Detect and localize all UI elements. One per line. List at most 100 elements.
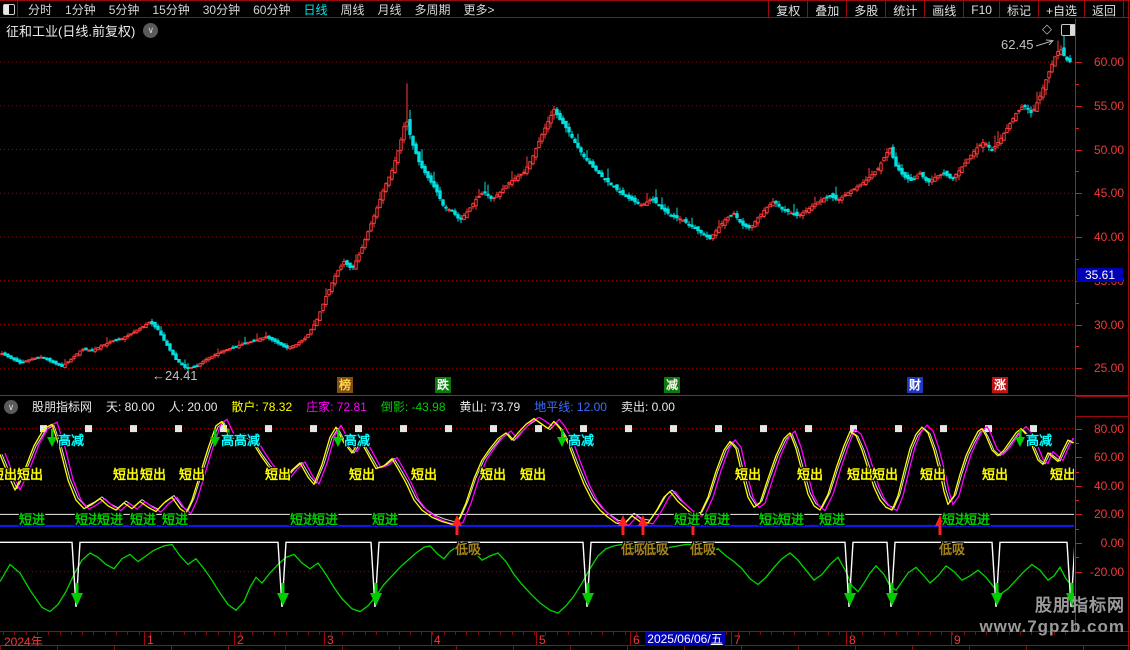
- high-reduce-label: 高减: [344, 430, 370, 449]
- top-toolbar: 分时 1分钟 5分钟 15分钟 30分钟 60分钟日线周线月线多周期更多> 复权叠加多股统…: [0, 0, 1130, 18]
- low-absorb-label: 低吸: [690, 539, 716, 558]
- period-tab-1分钟[interactable]: 1分钟: [65, 1, 96, 18]
- short-exit-label: 短出: [735, 464, 761, 483]
- period-tab-15分钟[interactable]: 15分钟: [152, 1, 189, 18]
- short-exit-label: 短出: [520, 464, 546, 483]
- low-absorb-label: 低吸: [643, 539, 669, 558]
- month-label: 8: [849, 633, 856, 647]
- short-enter-label: 短进: [674, 509, 700, 528]
- indicator-value: 倒影: -43.98: [381, 398, 446, 415]
- low-absorb-label: 低吸: [455, 539, 481, 558]
- period-tab-30分钟[interactable]: 30分钟: [203, 1, 240, 18]
- short-exit-label: 短出: [17, 464, 43, 483]
- watermark-line1: 股朋指标网: [979, 595, 1125, 616]
- month-label: 7: [734, 633, 741, 647]
- sky-line-marker: [445, 425, 452, 432]
- candle-chart[interactable]: 62.45 ←24.41 榜跌减财涨: [0, 19, 1074, 395]
- watermark-badge-跌: 跌: [435, 377, 451, 393]
- toolbar-button-叠加[interactable]: 叠加: [807, 1, 846, 18]
- short-exit-label: 短出: [265, 464, 291, 483]
- sky-line-marker: [805, 425, 812, 432]
- annotation-arrow: [1036, 41, 1052, 46]
- period-tab-5分钟[interactable]: 5分钟: [109, 1, 140, 18]
- sky-line-marker: [760, 425, 767, 432]
- indicator-value: 黄山: 73.79: [460, 398, 521, 415]
- sell-line: [0, 542, 1074, 607]
- watermark-badge-榜: 榜: [337, 377, 353, 393]
- sky-line-marker: [400, 425, 407, 432]
- price-axis: 60.0055.0050.0045.0040.0035.0030.0025.00…: [1075, 19, 1128, 646]
- toolbar-button-标记[interactable]: 标记: [999, 1, 1038, 18]
- short-enter-label: 短进: [372, 509, 398, 528]
- window-icon[interactable]: [1061, 24, 1076, 36]
- indicator-value: 天: 80.00: [106, 398, 155, 415]
- period-tabs: 分时 1分钟 5分钟 15分钟 30分钟 60分钟日线周线月线多周期更多>: [28, 1, 495, 18]
- panel-toggle-icon[interactable]: [0, 1, 18, 18]
- month-label: 9: [954, 633, 961, 647]
- indicator-name[interactable]: 股朋指标网: [32, 398, 92, 415]
- buy-arrow-icon: [618, 515, 628, 535]
- low-annotation: ←24.41: [152, 368, 198, 383]
- month-label: 2: [237, 633, 244, 647]
- chevron-down-icon[interactable]: ∨: [4, 400, 18, 414]
- short-exit-label: 短出: [1050, 464, 1074, 483]
- high-annotation: 62.45: [1001, 37, 1034, 52]
- period-tab-多周期[interactable]: 多周期: [415, 1, 451, 18]
- diamond-icon[interactable]: ◇: [1042, 21, 1052, 37]
- watermark: 股朋指标网 www.7gpzb.com: [979, 595, 1125, 637]
- indicator-panel[interactable]: 短出短出短出短出短出短出短出短出短出短出短出短出短出短出短出短出短出短出短进短进…: [0, 417, 1074, 631]
- period-tab-更多>[interactable]: 更多>: [464, 1, 495, 18]
- watermark-badge-财: 财: [907, 377, 923, 393]
- indicator-header: ∨ 股朋指标网天: 80.00人: 20.00散户: 78.32庄家: 72.8…: [0, 396, 1078, 417]
- short-enter-label: 短进: [778, 509, 804, 528]
- indicator-value: 地平线: 12.00: [534, 398, 607, 415]
- sell-arrow-icon: [370, 583, 382, 606]
- short-exit-label: 短出: [847, 464, 873, 483]
- short-exit-label: 短出: [872, 464, 898, 483]
- short-enter-label: 短进: [162, 509, 188, 528]
- short-exit-label: 短出: [179, 464, 205, 483]
- toolbar-button-+自选[interactable]: +自选: [1038, 1, 1084, 18]
- month-label: 3: [327, 633, 334, 647]
- current-price-tag: 35.61: [1077, 268, 1123, 282]
- period-tab-日线[interactable]: 日线: [303, 1, 327, 18]
- short-exit-label: 短出: [480, 464, 506, 483]
- selected-date-tag: 2025/06/06/五: [645, 632, 725, 646]
- toolbar-button-画线[interactable]: 画线: [924, 1, 963, 18]
- candlesticks: [1, 36, 1071, 374]
- period-tab-周线[interactable]: 周线: [340, 1, 364, 18]
- short-exit-label: 短出: [797, 464, 823, 483]
- price-axis-label: 50.00: [1078, 143, 1124, 157]
- period-tab-分时[interactable]: 分时: [28, 1, 52, 18]
- short-enter-label: 短进: [819, 509, 845, 528]
- month-label: 5: [539, 633, 546, 647]
- indicator-axis-label: 40.00: [1078, 479, 1124, 493]
- period-tab-月线[interactable]: 月线: [378, 1, 402, 18]
- price-axis-label: 30.00: [1078, 318, 1124, 332]
- short-exit-label: 短出: [920, 464, 946, 483]
- indicator-axis-label: 0.00: [1078, 536, 1124, 550]
- indicator-axis-label: -20.00: [1078, 565, 1124, 579]
- price-axis-label: 40.00: [1078, 230, 1124, 244]
- sky-line-marker: [670, 425, 677, 432]
- price-axis-label: 45.00: [1078, 186, 1124, 200]
- toolbar-button-统计[interactable]: 统计: [885, 1, 924, 18]
- high-reduce-label: 高减: [234, 430, 260, 449]
- sell-arrow-icon: [71, 583, 83, 606]
- reduce-arrow-icon: [557, 429, 567, 447]
- reflection-line: [0, 544, 1073, 613]
- short-enter-label: 短进: [964, 509, 990, 528]
- sell-arrow-icon: [582, 583, 594, 606]
- sell-arrow-icon: [277, 583, 289, 606]
- toolbar-button-返回[interactable]: 返回: [1084, 1, 1124, 18]
- short-enter-label: 短进: [97, 509, 123, 528]
- short-enter-label: 短进: [19, 509, 45, 528]
- toolbar-button-F10[interactable]: F10: [963, 1, 999, 18]
- toolbar-button-复权[interactable]: 复权: [768, 1, 807, 18]
- toolbar-button-多股[interactable]: 多股: [846, 1, 885, 18]
- watermark-line2: www.7gpzb.com: [979, 616, 1125, 637]
- short-exit-label: 短出: [140, 464, 166, 483]
- short-exit-label: 短出: [411, 464, 437, 483]
- period-tab-60分钟[interactable]: 60分钟: [253, 1, 290, 18]
- indicator-value: 庄家: 72.81: [306, 398, 367, 415]
